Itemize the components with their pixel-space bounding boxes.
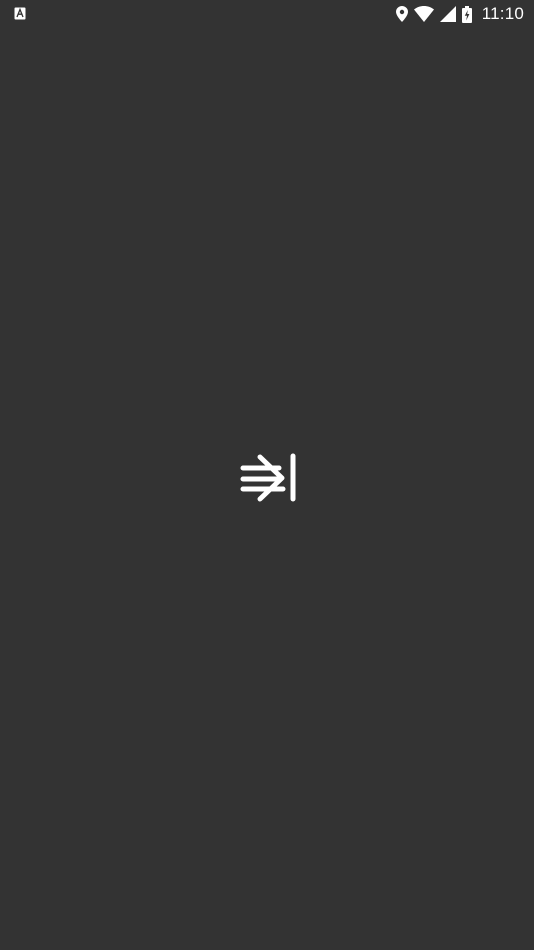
location-icon — [395, 6, 408, 22]
wifi-icon — [413, 6, 434, 22]
signal-icon — [439, 6, 456, 22]
status-bar: 11:10 — [0, 0, 534, 28]
battery-charging-icon — [461, 5, 472, 23]
arrow-to-bar-right-icon — [239, 452, 297, 502]
status-icons: 11:10 — [395, 4, 524, 24]
notification-a-icon — [14, 7, 26, 20]
status-time: 11:10 — [481, 4, 524, 23]
splash-screen: 11:10 — [0, 0, 534, 950]
